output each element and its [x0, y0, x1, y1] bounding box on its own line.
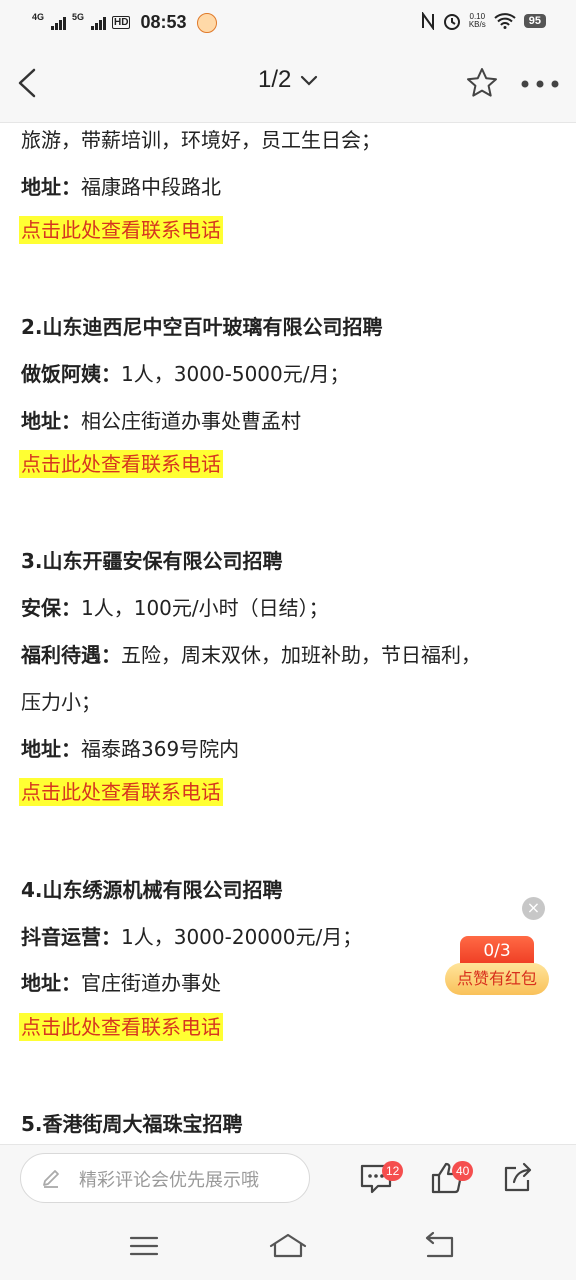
battery-level: 95 — [523, 14, 546, 28]
field-value: 官庄街道办事处 — [81, 971, 221, 995]
field-label: 地址： — [21, 971, 81, 995]
signal-icon — [51, 16, 67, 30]
job-heading: 5.香港街周大福珠宝招聘 — [21, 1112, 243, 1136]
paragraph-text: 压力小； — [21, 690, 101, 714]
app-header: 1/2 — [0, 44, 576, 123]
back-icon[interactable] — [418, 1230, 458, 1262]
speed-unit: KB/s — [468, 20, 486, 29]
field-value: 1人，3000-5000元/月； — [121, 362, 350, 386]
job-heading: 4.山东绣源机械有限公司招聘 — [21, 878, 283, 902]
view-phone-link[interactable]: 点击此处查看联系电话 — [19, 1013, 223, 1041]
job-heading: 2.山东迪西尼中空百叶玻璃有限公司招聘 — [21, 315, 383, 339]
network-type-1: 4G — [32, 12, 45, 22]
comment-bar: 精彩评论会优先展示哦 12 40 — [0, 1144, 576, 1213]
pencil-icon — [43, 1170, 59, 1188]
comment-placeholder: 精彩评论会优先展示哦 — [79, 1170, 259, 1191]
field-value: 福康路中段路北 — [81, 175, 221, 199]
alarm-icon — [443, 14, 460, 30]
nfc-icon — [421, 12, 434, 30]
view-phone-link[interactable]: 点击此处查看联系电话 — [19, 778, 223, 806]
close-icon[interactable]: × — [522, 897, 545, 920]
field-value: 相公庄街道办事处曹孟村 — [81, 409, 301, 433]
field-label: 做饭阿姨： — [21, 362, 121, 386]
share-icon[interactable] — [500, 1160, 536, 1196]
view-phone-link[interactable]: 点击此处查看联系电话 — [19, 216, 223, 244]
field-label: 安保： — [21, 596, 81, 620]
field-label: 地址： — [21, 737, 81, 761]
field-label: 福利待遇： — [21, 643, 121, 667]
address-line: 地址：福康路中段路北 — [21, 171, 221, 200]
field-label: 地址： — [21, 409, 81, 433]
network-speed: 0.10 KB/s — [469, 13, 486, 29]
field-value: 五险，周末双休，加班补助，节日福利， — [121, 643, 481, 667]
view-phone-link[interactable]: 点击此处查看联系电话 — [19, 450, 223, 478]
address-line: 地址：福泰路369号院内 — [21, 733, 239, 762]
job-position-line: 做饭阿姨：1人，3000-5000元/月； — [21, 358, 349, 387]
status-bar: 4G 5G HD 08:53 0.10 KB/s 95 — [0, 0, 576, 44]
job-position-line: 抖音运营：1人，3000-20000元/月； — [21, 921, 362, 950]
benefits-line: 福利待遇：五险，周末双休，加班补助，节日福利， — [21, 639, 481, 668]
home-icon[interactable] — [268, 1230, 308, 1262]
field-label: 地址： — [21, 175, 81, 199]
more-options-icon[interactable] — [520, 78, 560, 90]
comment-count-badge: 12 — [382, 1161, 404, 1181]
page-indicator-label: 1/2 — [257, 66, 292, 93]
job-position-line: 安保：1人，100元/小时（日结）； — [21, 592, 329, 621]
comment-input[interactable]: 精彩评论会优先展示哦 — [20, 1153, 310, 1203]
clock: 08:53 — [140, 12, 187, 32]
menu-icon[interactable] — [124, 1230, 164, 1262]
favorite-star-icon[interactable] — [465, 66, 499, 100]
like-reward-button[interactable]: 点赞有红包 — [445, 963, 549, 995]
signal-icon-2 — [91, 16, 107, 30]
field-value: 1人，100元/小时（日结）； — [81, 596, 329, 620]
address-line: 地址：官庄街道办事处 — [21, 967, 221, 996]
like-count-badge: 40 — [452, 1161, 474, 1181]
paragraph-text: 旅游，带薪培训，环境好，员工生日会； — [21, 128, 381, 152]
wifi-icon — [494, 13, 516, 29]
like-reward-counter[interactable]: 0/3 — [460, 936, 534, 966]
field-value: 1人，3000-20000元/月； — [121, 925, 363, 949]
field-label: 抖音运营： — [21, 925, 121, 949]
system-navigation-bar — [0, 1212, 576, 1280]
address-line: 地址：相公庄街道办事处曹孟村 — [21, 405, 301, 434]
job-heading: 3.山东开疆安保有限公司招聘 — [21, 549, 283, 573]
hd-voice-icon: HD — [112, 16, 131, 29]
chevron-down-icon — [300, 75, 318, 86]
network-type-2: 5G — [72, 12, 85, 22]
app-notification-icon — [196, 12, 217, 33]
field-value: 福泰路369号院内 — [81, 737, 240, 761]
